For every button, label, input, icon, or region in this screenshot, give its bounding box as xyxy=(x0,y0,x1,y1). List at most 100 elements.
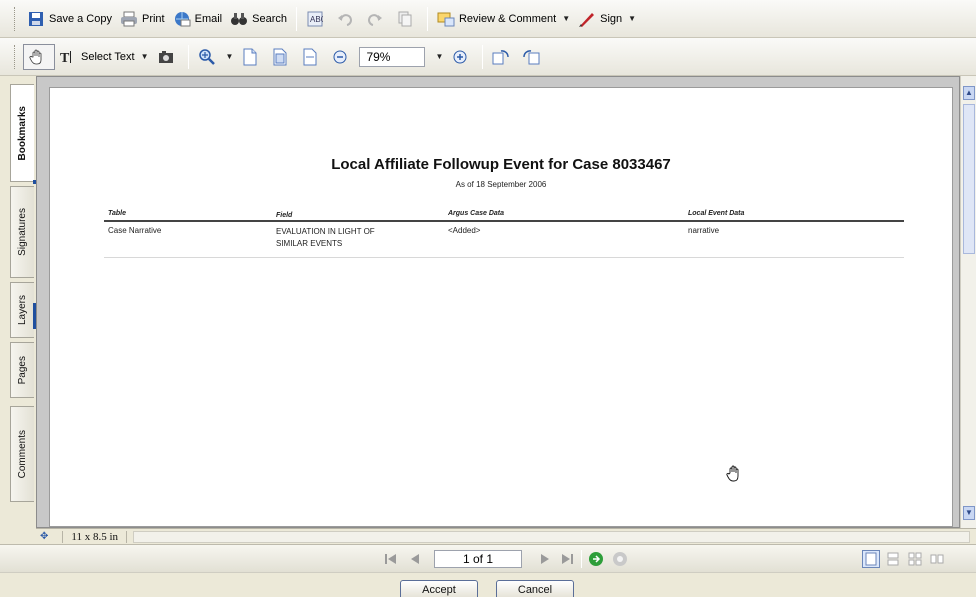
hand-tool-button[interactable] xyxy=(23,43,55,70)
zoom-dropdown-button[interactable]: ▼ xyxy=(425,44,447,70)
page-icon xyxy=(241,48,259,66)
page-number-field[interactable]: 1 of 1 xyxy=(434,550,522,568)
zoom-in-tool-button[interactable]: ▼ xyxy=(194,44,238,70)
rotate-counterclockwise-button[interactable] xyxy=(518,44,548,70)
tab-label: Pages xyxy=(17,355,28,385)
fit-width-button[interactable] xyxy=(297,44,327,70)
main-toolbar: Save a Copy Print Email Search ABC xyxy=(0,0,976,38)
hand-icon xyxy=(28,48,46,66)
document-subtitle: As of 18 September 2006 xyxy=(455,180,547,189)
zoom-level-input[interactable] xyxy=(359,46,426,67)
tab-comments[interactable]: Comments xyxy=(10,406,34,502)
zoom-in-button[interactable] xyxy=(447,44,477,70)
column-header-table: Table xyxy=(108,210,127,217)
toolbar-separator xyxy=(482,44,484,69)
tab-pages[interactable]: Pages xyxy=(10,342,34,398)
continuous-facing-layout-icon[interactable] xyxy=(928,550,946,568)
sign-button[interactable]: Sign ▼ xyxy=(574,6,640,32)
printer-icon xyxy=(120,10,138,28)
document-title: Local Affiliate Followup Event for Case … xyxy=(331,156,671,173)
page-size-label: 11 x 8.5 in xyxy=(62,530,128,543)
scroll-down-arrow-icon[interactable]: ▼ xyxy=(963,506,975,520)
review-comment-button[interactable]: Review & Comment ▼ xyxy=(433,6,574,32)
search-button[interactable]: Search xyxy=(226,6,291,32)
toolbar-grip[interactable] xyxy=(14,6,17,31)
cancel-button[interactable]: Cancel xyxy=(496,580,574,597)
actual-size-button[interactable] xyxy=(237,44,267,70)
toolbar-grip[interactable] xyxy=(14,44,17,69)
binoculars-icon xyxy=(230,10,248,28)
copy-button[interactable] xyxy=(392,6,422,32)
next-page-icon[interactable] xyxy=(536,550,554,568)
go-back-icon[interactable] xyxy=(611,550,629,568)
svg-text:ABC: ABC xyxy=(310,15,323,24)
email-button[interactable]: Email xyxy=(169,6,227,32)
comparison-table: Table Field Argus Case Data Local Event … xyxy=(104,210,904,258)
rotate-clockwise-button[interactable] xyxy=(488,44,518,70)
document-page: Local Affiliate Followup Event for Case … xyxy=(49,87,953,527)
move-icon[interactable]: ✥ xyxy=(40,531,48,542)
redo-button[interactable] xyxy=(362,6,392,32)
svg-text:T: T xyxy=(60,51,70,65)
single-page-layout-icon[interactable] xyxy=(862,550,880,568)
facing-layout-icon[interactable] xyxy=(906,550,924,568)
tab-label: Comments xyxy=(17,429,28,479)
page-nav-controls: 1 of 1 xyxy=(382,550,629,568)
scroll-up-arrow-icon[interactable]: ▲ xyxy=(963,86,975,100)
pen-icon xyxy=(578,10,596,28)
zoom-out-button[interactable] xyxy=(327,44,357,70)
column-header-field: Field xyxy=(276,212,293,219)
plus-circle-icon xyxy=(451,48,469,66)
review-comment-label: Review & Comment xyxy=(458,12,557,25)
cell-local: narrative xyxy=(688,226,720,235)
save-copy-button[interactable]: Save a Copy xyxy=(23,6,116,32)
horizontal-scrollbar[interactable] xyxy=(133,530,970,543)
go-forward-icon[interactable] xyxy=(587,550,605,568)
pdf-viewer-window: Save a Copy Print Email Search ABC xyxy=(0,0,976,597)
undo-button[interactable] xyxy=(332,6,362,32)
column-header-argus: Argus Case Data xyxy=(448,210,505,217)
print-label: Print xyxy=(141,12,165,25)
cell-field: EVALUATION IN LIGHT OF SIMILAR EVENTS xyxy=(276,226,448,257)
continuous-layout-icon[interactable] xyxy=(884,550,902,568)
fit-page-button[interactable] xyxy=(267,44,297,70)
vertical-scrollbar[interactable]: ▲ ▼ xyxy=(960,76,976,528)
review-comment-icon xyxy=(437,10,455,28)
chevron-down-icon: ▼ xyxy=(225,52,234,61)
tab-label: Signatures xyxy=(17,208,28,256)
floppy-icon xyxy=(27,10,45,28)
tab-bookmarks[interactable]: Bookmarks xyxy=(10,84,36,184)
tab-signatures[interactable]: Signatures xyxy=(10,186,34,278)
sign-label: Sign xyxy=(600,12,623,25)
select-text-button[interactable]: T Select Text ▼ xyxy=(55,44,153,70)
previous-page-icon[interactable] xyxy=(406,550,424,568)
document-view[interactable]: Local Affiliate Followup Event for Case … xyxy=(36,76,960,528)
print-button[interactable]: Print xyxy=(116,6,169,32)
snapshot-button[interactable] xyxy=(153,44,183,70)
minus-circle-icon xyxy=(331,48,349,66)
first-page-icon[interactable] xyxy=(382,550,400,568)
text-cursor-icon: T xyxy=(59,48,77,66)
undo-icon xyxy=(336,10,354,28)
page-navigation-bar: 1 of 1 xyxy=(0,544,976,572)
redo-icon xyxy=(366,10,384,28)
last-page-icon[interactable] xyxy=(558,550,576,568)
select-text-label: Select Text xyxy=(81,50,135,63)
cell-field-line: SIMILAR EVENTS xyxy=(276,239,343,248)
status-bar: ✥ 11 x 8.5 in xyxy=(36,528,976,544)
spellcheck-icon: ABC xyxy=(306,10,324,28)
fit-page-icon xyxy=(271,48,289,66)
toolbar-separator xyxy=(295,6,297,31)
accept-button[interactable]: Accept xyxy=(400,580,478,597)
tab-layers[interactable]: Layers xyxy=(10,282,36,338)
nav-separator xyxy=(581,550,582,568)
table-row: Case Narrative EVALUATION IN LIGHT OF SI… xyxy=(104,222,904,258)
search-label: Search xyxy=(252,12,287,25)
chevron-down-icon: ▼ xyxy=(628,14,637,23)
email-label: Email xyxy=(194,12,223,25)
chevron-down-icon: ▼ xyxy=(562,14,571,23)
scrollbar-thumb[interactable] xyxy=(963,104,975,254)
toolbar-separator xyxy=(426,6,428,31)
spellcheck-button[interactable]: ABC xyxy=(302,6,332,32)
fit-width-icon xyxy=(301,48,319,66)
